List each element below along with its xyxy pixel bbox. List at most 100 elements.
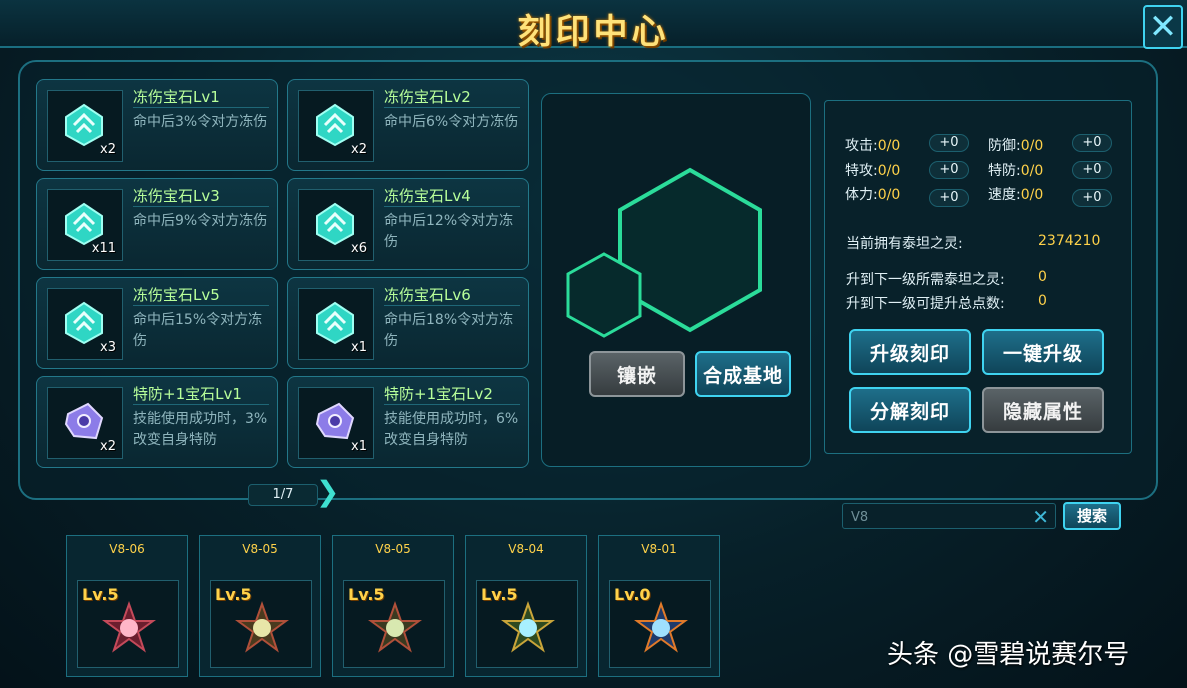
purple-gem-icon: [315, 402, 355, 440]
stat-sp-attack: 特攻:0/0: [845, 163, 901, 179]
search-input[interactable]: [851, 507, 1021, 527]
divider: [133, 404, 269, 405]
ice-gem-icon: [316, 202, 354, 246]
stat-bonus: +0: [1072, 189, 1112, 207]
one-key-upgrade-button[interactable]: 一键升级: [982, 329, 1104, 375]
next-page-button[interactable]: ❯: [316, 478, 339, 506]
imprint-code: V8-01: [641, 542, 677, 556]
imprint-frame: Lv.5: [476, 580, 578, 668]
imprint-slot[interactable]: V8-01 Lv.0: [598, 535, 720, 677]
gem-count: x11: [91, 241, 116, 256]
gem-slot: x1: [298, 387, 374, 459]
star-imprint-icon: [235, 601, 289, 653]
ice-gem-icon: [65, 301, 103, 345]
gem-card[interactable]: x1 冻伤宝石Lv6 命中后18%令对方冻伤: [287, 277, 529, 369]
gem-card[interactable]: x3 冻伤宝石Lv5 命中后15%令对方冻伤: [36, 277, 278, 369]
titan-spirit-label: 当前拥有泰坦之灵:: [846, 236, 963, 252]
imprint-slot[interactable]: V8-05 Lv.5: [199, 535, 321, 677]
stat-speed: 速度:0/0: [988, 187, 1044, 203]
purple-gem-icon: [64, 402, 104, 440]
gem-count: x6: [351, 241, 367, 256]
ice-gem-icon: [65, 202, 103, 246]
clear-icon[interactable]: ✕: [1032, 505, 1049, 529]
gem-desc: 命中后6%令对方冻伤: [384, 114, 519, 130]
sub-hex-slot[interactable]: [566, 252, 642, 338]
gem-count: x2: [351, 142, 367, 157]
star-imprint-icon: [102, 601, 156, 653]
gem-desc: 命中后9%令对方冻伤: [133, 213, 268, 229]
gem-name: 特防+1宝石Lv1: [133, 385, 242, 403]
titan-spirit-value: 2374210: [1038, 233, 1101, 249]
chevron-right-icon: ❯: [316, 475, 340, 508]
imprint-code: V8-05: [242, 542, 278, 556]
gem-count: x2: [100, 142, 116, 157]
star-imprint-icon: [634, 601, 688, 653]
hide-attributes-button[interactable]: 隐藏属性: [982, 387, 1104, 433]
divider: [384, 305, 520, 306]
imprint-slot[interactable]: V8-06 Lv.5: [66, 535, 188, 677]
imprint-frame: Lv.0: [609, 580, 711, 668]
stat-defense: 防御:0/0: [988, 138, 1044, 154]
gem-desc: 命中后15%令对方冻伤: [133, 312, 263, 349]
imprint-code: V8-06: [109, 542, 145, 556]
star-imprint-icon: [368, 601, 422, 653]
gem-card[interactable]: x2 冻伤宝石Lv1 命中后3%令对方冻伤: [36, 79, 278, 171]
stat-bonus: +0: [929, 189, 969, 207]
watermark: 头条 @雪碧说赛尔号: [887, 640, 1130, 670]
gem-card[interactable]: x11 冻伤宝石Lv3 命中后9%令对方冻伤: [36, 178, 278, 270]
imprint-frame: Lv.5: [77, 580, 179, 668]
stat-bonus: +0: [929, 134, 969, 152]
star-imprint-icon: [501, 601, 555, 653]
next-level-need-value: 0: [1038, 269, 1047, 285]
imprint-code: V8-05: [375, 542, 411, 556]
gem-slot: x2: [298, 90, 374, 162]
gem-desc: 命中后18%令对方冻伤: [384, 312, 514, 349]
gem-slot: x6: [298, 189, 374, 261]
gem-count: x2: [100, 439, 116, 454]
gem-name: 冻伤宝石Lv1: [133, 88, 220, 106]
gem-card[interactable]: x6 冻伤宝石Lv4 命中后12%令对方冻伤: [287, 178, 529, 270]
gem-name: 冻伤宝石Lv2: [384, 88, 471, 106]
next-level-need-label: 升到下一级所需泰坦之灵:: [846, 272, 1005, 288]
gem-name: 特防+1宝石Lv2: [384, 385, 493, 403]
inlay-panel: [541, 93, 811, 467]
close-button[interactable]: ✕: [1143, 5, 1183, 49]
search-button[interactable]: 搜索: [1063, 502, 1121, 530]
gem-slot: x2: [47, 90, 123, 162]
imprint-slot[interactable]: V8-04 Lv.5: [465, 535, 587, 677]
gem-desc: 技能使用成功时，3%改变自身特防: [133, 411, 268, 448]
imprint-code: V8-04: [508, 542, 544, 556]
divider: [384, 404, 520, 405]
page-indicator: 1/7: [248, 484, 318, 506]
window-title: 刻印中心: [517, 12, 670, 52]
gem-slot: x11: [47, 189, 123, 261]
close-icon: ✕: [1148, 7, 1178, 47]
gem-card[interactable]: x2 特防+1宝石Lv1 技能使用成功时，3%改变自身特防: [36, 376, 278, 468]
gem-card[interactable]: x2 冻伤宝石Lv2 命中后6%令对方冻伤: [287, 79, 529, 171]
imprint-frame: Lv.5: [343, 580, 445, 668]
inlay-button[interactable]: 镶嵌: [589, 351, 685, 397]
gem-desc: 命中后3%令对方冻伤: [133, 114, 268, 130]
hexagon-slots: [566, 167, 762, 338]
gem-slot: x3: [47, 288, 123, 360]
gem-desc: 技能使用成功时，6%改变自身特防: [384, 411, 519, 448]
gem-count: x1: [351, 439, 367, 454]
divider: [384, 107, 520, 108]
upgrade-imprint-button[interactable]: 升级刻印: [849, 329, 971, 375]
gem-slot: x2: [47, 387, 123, 459]
stat-bonus: +0: [1072, 134, 1112, 152]
synth-base-button[interactable]: 合成基地: [695, 351, 791, 397]
next-level-points-label: 升到下一级可提升总点数:: [846, 296, 1005, 312]
gem-card[interactable]: x1 特防+1宝石Lv2 技能使用成功时，6%改变自身特防: [287, 376, 529, 468]
gem-list: x2 冻伤宝石Lv1 命中后3%令对方冻伤 x2 冻伤宝石Lv2 命中后6%令对…: [36, 76, 536, 472]
gem-count: x1: [351, 340, 367, 355]
stat-hp: 体力:0/0: [845, 187, 901, 203]
stat-bonus: +0: [929, 161, 969, 179]
imprint-slot[interactable]: V8-05 Lv.5: [332, 535, 454, 677]
search-box: ✕: [842, 503, 1056, 529]
ice-gem-icon: [316, 103, 354, 147]
gem-slot: x1: [298, 288, 374, 360]
stat-bonus: +0: [1072, 161, 1112, 179]
decompose-imprint-button[interactable]: 分解刻印: [849, 387, 971, 433]
divider: [133, 107, 269, 108]
